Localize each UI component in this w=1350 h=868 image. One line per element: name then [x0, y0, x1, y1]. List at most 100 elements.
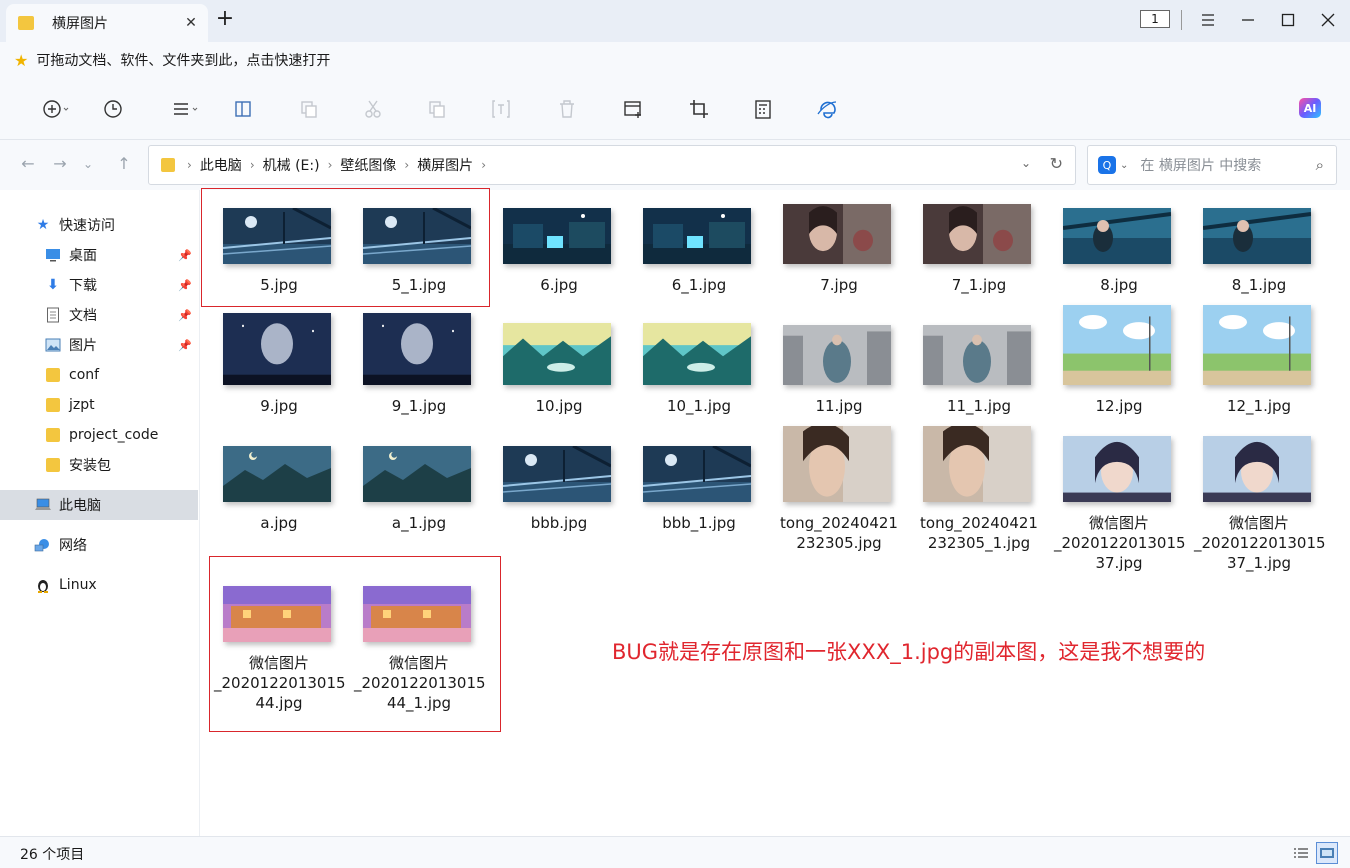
sidebar-item-documents[interactable]: 文档 📌 [0, 300, 198, 330]
download-icon: ⬇ [47, 277, 59, 293]
copy-icon[interactable] [296, 96, 322, 122]
file-thumbnail [643, 446, 751, 502]
history-icon[interactable] [100, 96, 126, 122]
breadcrumb-wallpapers[interactable]: 壁纸图像 [340, 155, 396, 175]
bug-annotation: BUG就是存在原图和一张XXX_1.jpg的副本图，这是我不想要的 [612, 640, 1206, 664]
search-input[interactable]: 在 横屏图片 中搜索 [1140, 155, 1315, 175]
sidebar-item-network[interactable]: 网络 [0, 530, 198, 560]
file-thumbnail [363, 208, 471, 264]
folder-icon [18, 16, 34, 30]
sidebar-item-this-pc[interactable]: 此电脑 [0, 490, 198, 520]
forward-arrow-icon[interactable]: → [50, 154, 70, 174]
sidebar-item-quick-access[interactable]: ★ 快速访问 [0, 210, 198, 240]
file-thumbnail [923, 325, 1031, 385]
breadcrumb-this-pc[interactable]: 此电脑 [200, 155, 242, 175]
sidebar-item-desktop[interactable]: 桌面 📌 [0, 240, 198, 270]
chevron-down-icon[interactable]: ⌄ [1120, 160, 1128, 171]
delete-icon[interactable] [554, 96, 580, 122]
pin-icon[interactable]: 📌 [178, 249, 192, 262]
sidebar-item-label: conf [69, 367, 100, 383]
file-name: 微信图片 _2020122013015 37_1.jpg [1194, 514, 1326, 572]
file-name: 6.jpg [540, 276, 578, 294]
search-box[interactable]: Q ⌄ 在 横屏图片 中搜索 ⌕ [1087, 145, 1337, 185]
file-name: 10.jpg [535, 397, 583, 415]
folder-icon [44, 457, 62, 473]
file-name: 8_1.jpg [1231, 276, 1287, 294]
tab-title: 横屏图片 [52, 16, 108, 32]
close-window-icon[interactable] [1316, 8, 1340, 32]
cut-icon[interactable] [360, 96, 386, 122]
details-view-icon[interactable] [1290, 842, 1312, 864]
sidebar-item-linux[interactable]: Linux [0, 570, 198, 600]
network-icon [34, 537, 52, 553]
up-arrow-icon[interactable]: ↑ [114, 154, 134, 174]
ai-button[interactable]: AI [1299, 98, 1321, 118]
file-thumbnail [223, 586, 331, 642]
close-icon[interactable]: ✕ [180, 12, 202, 34]
file-name: bbb_1.jpg [662, 514, 736, 532]
file-thumbnail [923, 426, 1031, 502]
page-counter[interactable]: 1 [1140, 10, 1170, 28]
new-icon[interactable] [36, 96, 76, 122]
thumbnail-view-icon[interactable] [1316, 842, 1338, 864]
folder-icon [44, 427, 62, 443]
sidebar-item-label: jzpt [69, 397, 95, 413]
address-bar[interactable]: › 此电脑 › 机械 (E:) › 壁纸图像 › 横屏图片 › ⌄ ↻ [148, 145, 1076, 185]
file-name: 8.jpg [1100, 276, 1138, 294]
new-window-icon[interactable] [620, 96, 646, 122]
refresh-icon[interactable]: ↻ [1050, 154, 1063, 173]
sidebar-item-label: 安装包 [69, 458, 111, 474]
calculator-icon[interactable] [750, 96, 776, 122]
file-name: tong_20240421 232305_1.jpg [920, 514, 1038, 552]
document-icon [44, 307, 62, 323]
folder-icon [44, 367, 62, 383]
sidebar-item-project-code[interactable]: project_code [0, 420, 198, 450]
sidebar-item-conf[interactable]: conf [0, 360, 198, 390]
file-thumbnail [1203, 208, 1311, 264]
menu-icon[interactable] [1196, 8, 1220, 32]
maximize-icon[interactable] [1276, 8, 1300, 32]
file-name: tong_20240421 232305.jpg [780, 514, 898, 552]
file-name: a.jpg [260, 514, 298, 532]
computer-icon [34, 497, 52, 513]
file-thumbnail [923, 204, 1031, 264]
sidebar-item-downloads[interactable]: ⬇ 下载 📌 [0, 270, 198, 300]
sidebar-item-jzpt[interactable]: jzpt [0, 390, 198, 420]
file-thumbnail [643, 323, 751, 385]
view-menu-icon[interactable] [168, 96, 204, 122]
pin-icon[interactable]: 📌 [178, 309, 192, 322]
crop-icon[interactable] [686, 96, 712, 122]
recent-chevron-icon[interactable]: ⌄ [78, 154, 98, 174]
chevron-down-icon[interactable]: ⌄ [1021, 156, 1031, 170]
new-tab-button[interactable]: + [214, 8, 236, 32]
desktop-icon [44, 247, 62, 263]
file-thumbnail [363, 586, 471, 642]
file-thumbnail [1063, 436, 1171, 502]
preview-pane-icon[interactable] [230, 96, 256, 122]
search-engine-icon[interactable]: Q [1098, 156, 1116, 174]
rename-icon[interactable] [488, 96, 514, 122]
breadcrumb-current[interactable]: 横屏图片 [417, 155, 473, 175]
pin-icon[interactable]: 📌 [178, 339, 192, 352]
paste-icon[interactable] [424, 96, 450, 122]
file-name: 9.jpg [260, 397, 298, 415]
back-arrow-icon[interactable]: ← [18, 154, 38, 174]
file-name: 12_1.jpg [1226, 397, 1292, 415]
tab-current[interactable]: 横屏图片 ✕ [6, 4, 208, 42]
breadcrumb-separator: › [187, 158, 192, 172]
search-icon[interactable]: ⌕ [1316, 156, 1324, 174]
file-thumbnail [1203, 436, 1311, 502]
breadcrumb-drive[interactable]: 机械 (E:) [263, 155, 320, 175]
file-name: 9_1.jpg [391, 397, 447, 415]
sidebar-item-installers[interactable]: 安装包 [0, 450, 198, 480]
pin-icon[interactable]: 📌 [178, 279, 192, 292]
sidebar-item-pictures[interactable]: 图片 📌 [0, 330, 198, 360]
minimize-icon[interactable] [1236, 8, 1260, 32]
breadcrumb-separator: › [249, 158, 255, 172]
sidebar-item-label: Linux [59, 577, 97, 593]
browser-icon[interactable] [814, 96, 840, 122]
file-thumbnail [1063, 208, 1171, 264]
file-name: 7.jpg [820, 276, 858, 294]
file-name: 7_1.jpg [951, 276, 1007, 294]
quick-launch-bar[interactable]: ★ 可拖动文档、软件、文件夹到此，点击快速打开 [0, 42, 1350, 78]
